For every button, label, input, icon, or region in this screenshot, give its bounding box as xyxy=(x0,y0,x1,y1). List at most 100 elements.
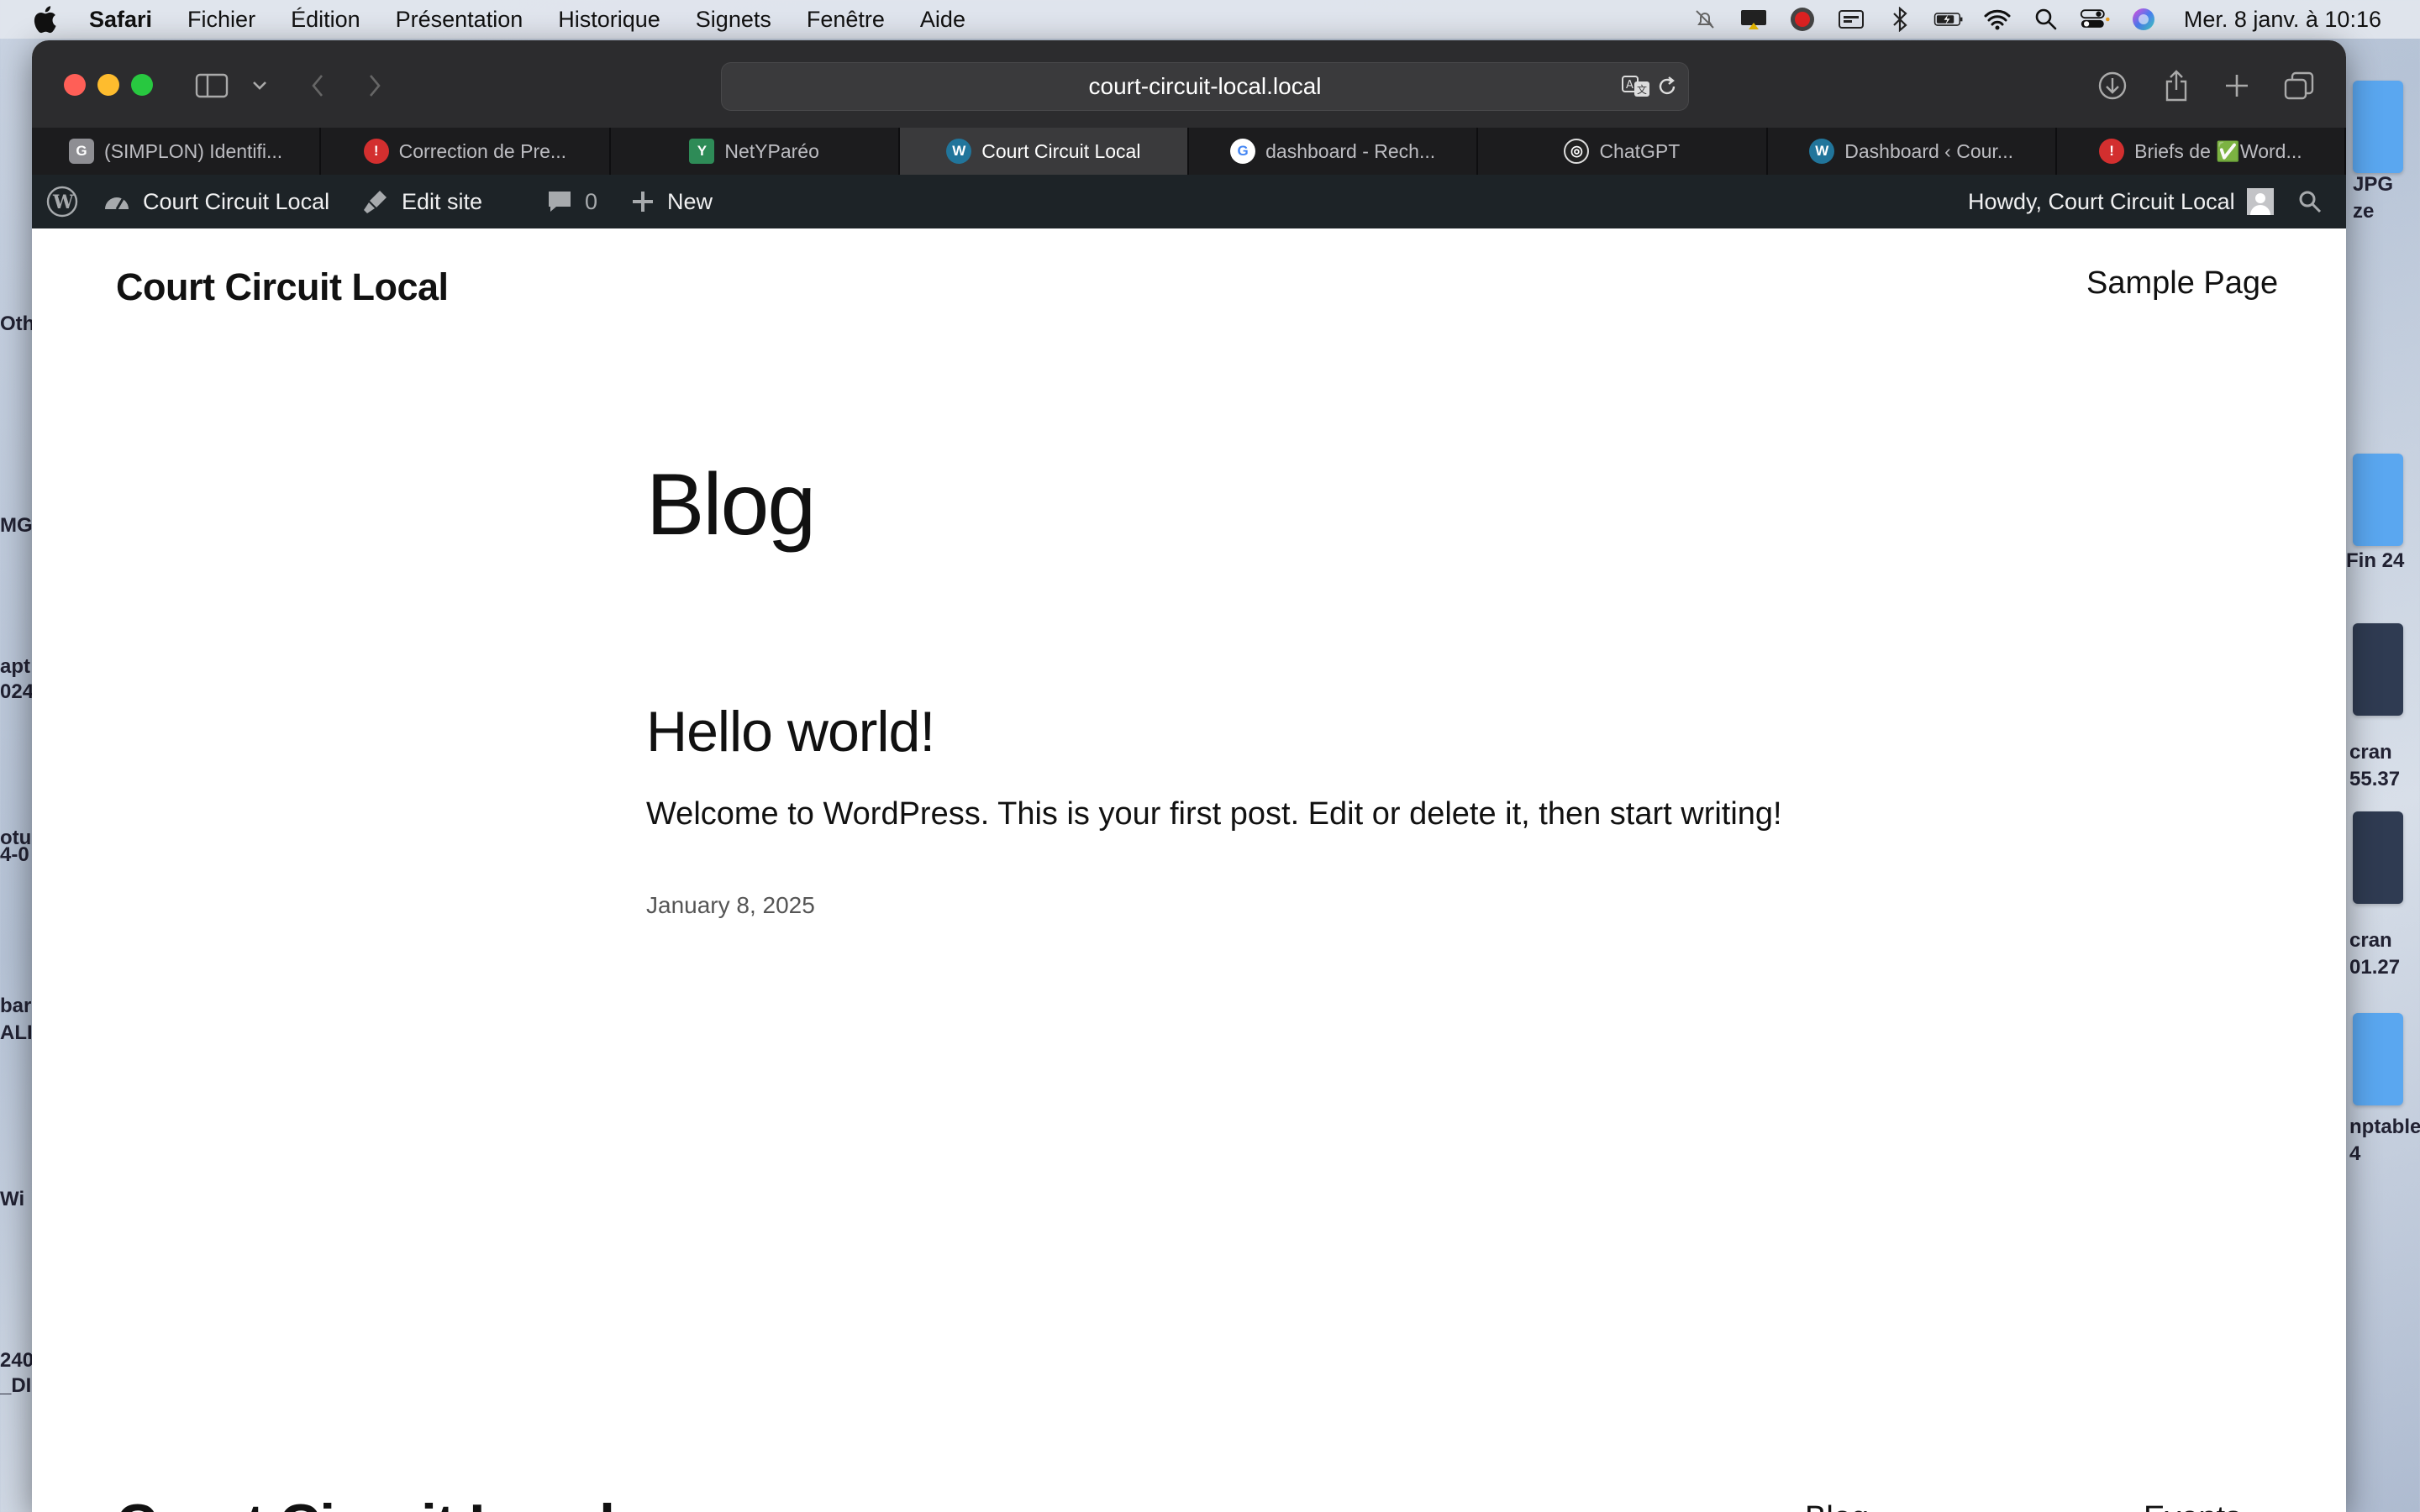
site-page: Court Circuit Local Sample Page Blog Hel… xyxy=(32,228,2346,1512)
new-tab-icon[interactable] xyxy=(2218,69,2255,102)
wifi-icon[interactable] xyxy=(1982,7,2012,32)
menu-fenetre[interactable]: Fenêtre xyxy=(807,7,885,33)
display-mirroring-icon[interactable] xyxy=(1739,7,1769,32)
battery-icon[interactable] xyxy=(1933,7,1964,32)
menu-edition[interactable]: Édition xyxy=(291,7,360,33)
chevron-down-icon[interactable] xyxy=(247,69,272,102)
menu-historique[interactable]: Historique xyxy=(558,7,660,33)
nav-sample-page[interactable]: Sample Page xyxy=(2086,265,2278,302)
safari-toolbar: court-circuit-local.local A文 xyxy=(32,40,2346,128)
spotlight-search-icon[interactable] xyxy=(2031,7,2061,32)
post-date[interactable]: January 8, 2025 xyxy=(646,892,815,919)
menu-aide[interactable]: Aide xyxy=(920,7,965,33)
desktop-file-icon[interactable] xyxy=(2353,81,2403,173)
admin-search-icon[interactable] xyxy=(2297,175,2334,228)
comments-count: 0 xyxy=(585,188,598,214)
menu-fichier[interactable]: Fichier xyxy=(187,7,255,33)
tab-briefs[interactable]: ! Briefs de ✅Word... xyxy=(2057,128,2346,175)
tab-overview-icon[interactable] xyxy=(2281,69,2317,102)
footer-nav-events[interactable]: Events xyxy=(2144,1500,2241,1512)
zoom-window-button[interactable] xyxy=(131,74,153,96)
close-window-button[interactable] xyxy=(64,74,86,96)
share-icon[interactable] xyxy=(2158,69,2195,102)
apple-logo-icon[interactable] xyxy=(32,5,57,34)
tab-chatgpt[interactable]: ◎ ChatGPT xyxy=(1478,128,1768,175)
forward-icon[interactable] xyxy=(358,69,392,102)
control-center-icon[interactable] xyxy=(2080,7,2110,32)
desktop-label: ALI xyxy=(0,1021,33,1044)
desktop-label: cran xyxy=(2349,741,2392,764)
app-menus: Safari Fichier Édition Présentation Hist… xyxy=(89,0,1001,39)
admin-bar-site-link[interactable]: Court Circuit Local xyxy=(103,175,329,228)
plus-icon xyxy=(633,192,653,212)
downloads-icon[interactable] xyxy=(2094,69,2131,102)
tab-label: Correction de Pre... xyxy=(398,139,567,162)
tab-bar: G (SIMPLON) Identifi... ! Correction de … xyxy=(32,128,2346,175)
wordpress-favicon-icon: W xyxy=(1809,139,1835,164)
address-bar[interactable]: court-circuit-local.local A文 xyxy=(721,62,1689,111)
reload-icon[interactable] xyxy=(1656,75,1678,104)
tab-netypareo[interactable]: Y NetYParéo xyxy=(611,128,900,175)
post-title[interactable]: Hello world! xyxy=(646,699,935,764)
desktop-label: 55.37 xyxy=(2349,768,2401,790)
tab-label: Dashboard ‹ Cour... xyxy=(1844,139,2013,162)
desktop-file-icon[interactable] xyxy=(2353,1013,2403,1105)
svg-text:W: W xyxy=(52,192,74,213)
brush-icon xyxy=(364,191,387,213)
menu-safari[interactable]: Safari xyxy=(89,7,152,33)
new-content-button[interactable]: New xyxy=(630,175,713,228)
desktop-file-icon[interactable] xyxy=(2353,454,2403,546)
simplon-favicon-icon: ! xyxy=(2099,139,2125,164)
desktop-screenshot-icon[interactable] xyxy=(2353,811,2403,904)
svg-text:A: A xyxy=(1626,79,1634,92)
google-favicon-icon: G xyxy=(1230,139,1256,164)
desktop-screenshot-icon[interactable] xyxy=(2353,623,2403,716)
desktop-label: 4-0 xyxy=(0,843,29,866)
notifications-off-icon[interactable] xyxy=(1690,7,1720,32)
desktop-label: apt xyxy=(0,655,30,678)
chatgpt-favicon-icon: ◎ xyxy=(1564,139,1590,164)
footer-nav-blog[interactable]: Blog xyxy=(1805,1500,1869,1512)
desktop-label: Wi xyxy=(0,1188,25,1210)
admin-bar-site-name: Court Circuit Local xyxy=(143,188,330,214)
menu-presentation[interactable]: Présentation xyxy=(396,7,523,33)
edit-site-label: Edit site xyxy=(402,188,483,214)
bluetooth-icon[interactable] xyxy=(1885,7,1915,32)
simplon-favicon-icon: ! xyxy=(363,139,389,164)
tab-google-dashboard[interactable]: G dashboard - Rech... xyxy=(1189,128,1479,175)
my-account-menu[interactable]: Howdy, Court Circuit Local xyxy=(1968,175,2274,228)
wp-admin-bar: W Court Circuit Local Edit site 0 New Ho… xyxy=(32,175,2346,228)
google-favicon-icon: G xyxy=(69,139,95,164)
desktop-label: 024 xyxy=(0,680,34,703)
siri-icon[interactable] xyxy=(2128,7,2159,32)
tab-label: (SIMPLON) Identifi... xyxy=(104,139,283,162)
sidebar-toggle-icon[interactable] xyxy=(193,69,230,102)
minimize-window-button[interactable] xyxy=(97,74,119,96)
safari-window: court-circuit-local.local A文 G (SIMPLON)… xyxy=(32,40,2346,1512)
tab-simplon[interactable]: G (SIMPLON) Identifi... xyxy=(32,128,322,175)
menu-bar: Safari Fichier Édition Présentation Hist… xyxy=(0,0,2420,39)
desktop-label: ze xyxy=(2353,200,2375,223)
menu-signets[interactable]: Signets xyxy=(696,7,771,33)
tab-correction[interactable]: ! Correction de Pre... xyxy=(321,128,611,175)
menu-clock[interactable]: Mer. 8 janv. à 10:16 xyxy=(2184,7,2381,33)
wordpress-logo-icon[interactable]: W xyxy=(45,175,91,228)
translate-icon[interactable]: A文 xyxy=(1621,73,1651,104)
tab-court-circuit-local[interactable]: W Court Circuit Local xyxy=(899,128,1189,175)
desktop-label: Oth xyxy=(0,312,35,335)
keyboard-input-icon[interactable] xyxy=(1836,7,1866,32)
desktop-label: 240 xyxy=(0,1349,34,1372)
url-text[interactable]: court-circuit-local.local xyxy=(1089,73,1322,100)
post-excerpt: Welcome to WordPress. This is your first… xyxy=(646,796,1782,832)
edit-site-button[interactable]: Edit site xyxy=(361,175,482,228)
tab-wp-dashboard[interactable]: W Dashboard ‹ Cour... xyxy=(1768,128,2057,175)
wordpress-favicon-icon: W xyxy=(946,139,972,164)
comment-bubble-icon xyxy=(549,192,571,212)
howdy-text: Howdy, Court Circuit Local xyxy=(1968,188,2235,214)
footer-site-title[interactable]: Court Circuit Local xyxy=(116,1492,615,1512)
avatar xyxy=(2246,188,2274,215)
site-title[interactable]: Court Circuit Local xyxy=(116,265,449,309)
back-icon[interactable] xyxy=(301,69,334,102)
comments-button[interactable]: 0 xyxy=(546,175,597,228)
record-icon[interactable] xyxy=(1787,7,1818,32)
